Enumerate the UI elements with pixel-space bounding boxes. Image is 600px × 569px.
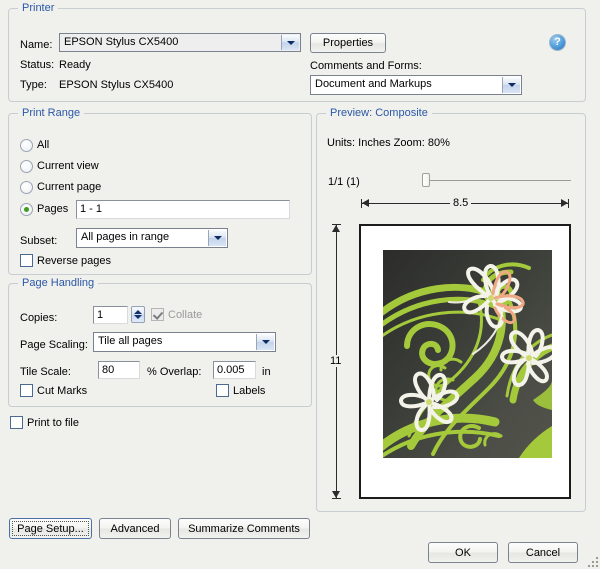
ok-button-label: OK [455,546,471,559]
subset-value: All pages in range [81,231,170,243]
labels-checkbox[interactable] [216,384,229,397]
help-icon[interactable]: ? [549,34,566,51]
properties-button-label: Properties [322,37,374,49]
print-range-group-legend: Print Range [18,107,85,119]
printer-type-label: Type: [20,79,47,91]
radio-current-page[interactable] [20,181,33,194]
printer-name-select[interactable]: EPSON Stylus CX5400 [59,33,301,52]
tile-scale-input[interactable]: 80 [98,361,140,379]
subset-label: Subset: [20,235,58,247]
subset-select[interactable]: All pages in range [76,228,228,248]
width-dim-arrow-left [362,199,369,207]
copies-input[interactable]: 1 [93,306,128,324]
preview-slider-track[interactable] [423,180,571,181]
printer-name-value: EPSON Stylus CX5400 [64,36,179,48]
pages-range-input[interactable]: 1 - 1 [76,200,290,219]
ok-button[interactable]: OK [428,542,498,563]
page-preview-artwork [383,250,552,458]
page-scaling-value: Tile all pages [98,335,163,347]
comments-forms-select[interactable]: Document and Markups [310,75,522,95]
printer-status-value: Ready [59,59,91,71]
preview-group-legend: Preview: Composite [326,107,432,119]
print-range-group: Print Range [8,107,312,275]
overlap-input[interactable]: 0.005 [213,361,256,379]
page-scaling-label: Page Scaling: [20,339,88,351]
comments-forms-label: Comments and Forms: [310,60,422,72]
percent-overlap-label: % Overlap: [147,366,202,378]
reverse-pages-label: Reverse pages [37,255,111,267]
cut-marks-label: Cut Marks [37,385,88,397]
chevron-down-icon[interactable] [502,77,520,93]
radio-current-view-label: Current view [37,160,99,172]
overlap-unit-label: in [262,366,271,378]
overlap-value: 0.005 [217,364,245,376]
collate-checkbox [151,308,164,321]
radio-pages-label: Pages [37,203,69,215]
page-setup-button[interactable]: Page Setup... [9,518,92,539]
copies-value: 1 [97,309,104,321]
copies-stepper[interactable] [131,306,145,323]
printer-type-value: EPSON Stylus CX5400 [59,79,174,91]
chevron-down-icon[interactable] [281,35,299,50]
radio-current-page-label: Current page [37,181,102,193]
preview-units-zoom: Units: Inches Zoom: 80% [327,137,450,149]
page-scaling-select[interactable]: Tile all pages [93,332,276,352]
radio-pages[interactable] [20,203,33,216]
chevron-down-icon[interactable] [256,334,274,350]
width-dim-arrow-right [561,199,568,207]
radio-all[interactable] [20,139,33,152]
properties-button[interactable]: Properties [310,33,386,53]
printer-group-legend: Printer [18,2,59,14]
advanced-button-label: Advanced [110,522,160,535]
print-to-file-label: Print to file [27,417,79,429]
height-dim-arrow-top [332,225,340,232]
summarize-comments-button-label: Summarize Comments [188,522,300,535]
cancel-button[interactable]: Cancel [508,542,578,563]
focus-ring [12,521,89,536]
summarize-comments-button[interactable]: Summarize Comments [178,518,310,539]
labels-label: Labels [233,385,266,397]
width-dim-text: 8.5 [450,197,472,209]
printer-name-label: Name: [20,39,53,51]
help-icon-glyph: ? [554,36,561,48]
height-dim-arrow-bottom [332,491,340,498]
page-preview-sheet [359,224,571,499]
pages-range-value: 1 - 1 [80,203,103,215]
preview-slider-thumb[interactable] [422,173,430,187]
artwork-svg [383,250,552,458]
print-to-file-checkbox[interactable] [10,416,23,429]
radio-current-view[interactable] [20,160,33,173]
tile-scale-label: Tile Scale: [20,366,71,378]
comments-forms-value: Document and Markups [315,78,432,90]
resize-grip[interactable] [586,555,598,567]
copies-label: Copies: [20,312,58,324]
advanced-button[interactable]: Advanced [99,518,171,539]
printer-status-label: Status: [20,59,55,71]
radio-all-label: All [37,139,50,151]
reverse-pages-checkbox[interactable] [20,254,33,267]
collate-label: Collate [168,309,203,321]
cut-marks-checkbox[interactable] [20,384,33,397]
print-dialog: Printer Name: EPSON Stylus CX5400 Proper… [0,0,600,569]
height-dim-text: 11 [327,355,345,367]
preview-page-counter: 1/1 (1) [328,176,360,188]
page-handling-group-legend: Page Handling [18,277,99,289]
cancel-button-label: Cancel [525,546,561,559]
chevron-down-icon[interactable] [208,230,226,246]
tile-scale-value: 80 [102,364,115,376]
